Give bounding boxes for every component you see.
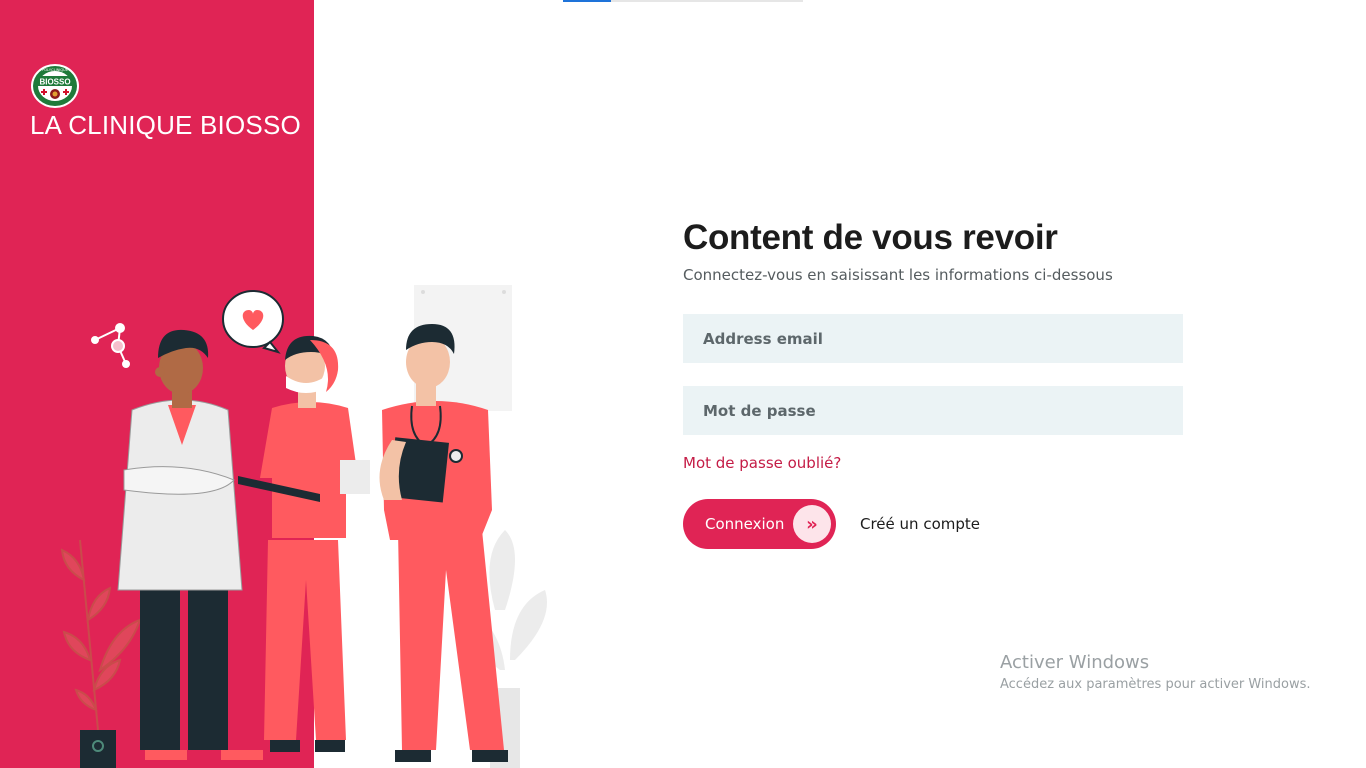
page-subtitle: Connectez-vous en saisissant les informa… bbox=[683, 266, 1113, 284]
forgot-password-link[interactable]: Mot de passe oublié? bbox=[683, 454, 841, 472]
heart-bubble-icon bbox=[222, 290, 284, 354]
top-progress-strip bbox=[563, 0, 803, 2]
password-field[interactable] bbox=[683, 386, 1183, 435]
nurse-figure-icon bbox=[238, 335, 370, 752]
molecule-icon bbox=[91, 323, 130, 368]
double-chevron-right-icon: » bbox=[793, 505, 831, 543]
top-progress-fill bbox=[563, 0, 611, 2]
svg-text:BIOSSO: BIOSSO bbox=[39, 78, 70, 87]
login-button-label: Connexion bbox=[705, 515, 785, 533]
medical-staff-illustration bbox=[60, 285, 547, 768]
windows-activation-watermark: Activer Windows Accédez aux paramètres p… bbox=[1000, 652, 1311, 692]
create-account-link[interactable]: Créé un compte bbox=[860, 515, 980, 533]
login-button[interactable]: Connexion » bbox=[683, 499, 836, 549]
watermark-subtitle: Accédez aux paramètres pour activer Wind… bbox=[1000, 677, 1311, 692]
watermark-title: Activer Windows bbox=[1000, 652, 1150, 673]
login-form: Content de vous revoir Connectez-vous en… bbox=[683, 218, 1183, 549]
login-page: BIOSSO POLYCLINIQUE LA CLINIQUE BIOSSO C… bbox=[0, 0, 1366, 768]
polyclinique-biosso-logo: BIOSSO POLYCLINIQUE bbox=[31, 64, 79, 108]
doctor-figure-icon bbox=[117, 329, 263, 760]
svg-text:POLYCLINIQUE: POLYCLINIQUE bbox=[42, 68, 69, 72]
plant-pot-icon bbox=[80, 730, 116, 768]
email-field[interactable] bbox=[683, 314, 1183, 363]
brand-title: LA CLINIQUE BIOSSO bbox=[30, 110, 301, 140]
page-title: Content de vous revoir bbox=[683, 218, 1058, 257]
